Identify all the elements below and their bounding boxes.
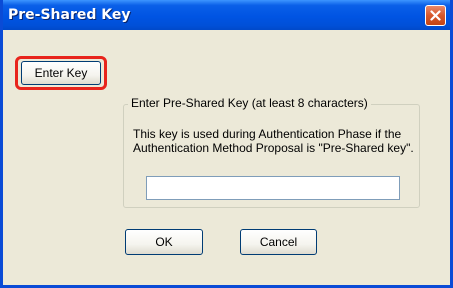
close-icon	[430, 10, 441, 21]
ok-button[interactable]: OK	[125, 229, 203, 255]
key-description: This key is used during Authentication P…	[133, 127, 414, 155]
pre-shared-key-input[interactable]	[146, 176, 400, 200]
groupbox-legend: Enter Pre-Shared Key (at least 8 charact…	[128, 96, 371, 110]
dialog-title: Pre-Shared Key	[8, 7, 131, 23]
cancel-button[interactable]: Cancel	[240, 229, 317, 255]
close-button[interactable]	[425, 5, 446, 26]
enter-key-button[interactable]: Enter Key	[21, 61, 101, 85]
title-bar[interactable]: Pre-Shared Key	[3, 0, 450, 30]
